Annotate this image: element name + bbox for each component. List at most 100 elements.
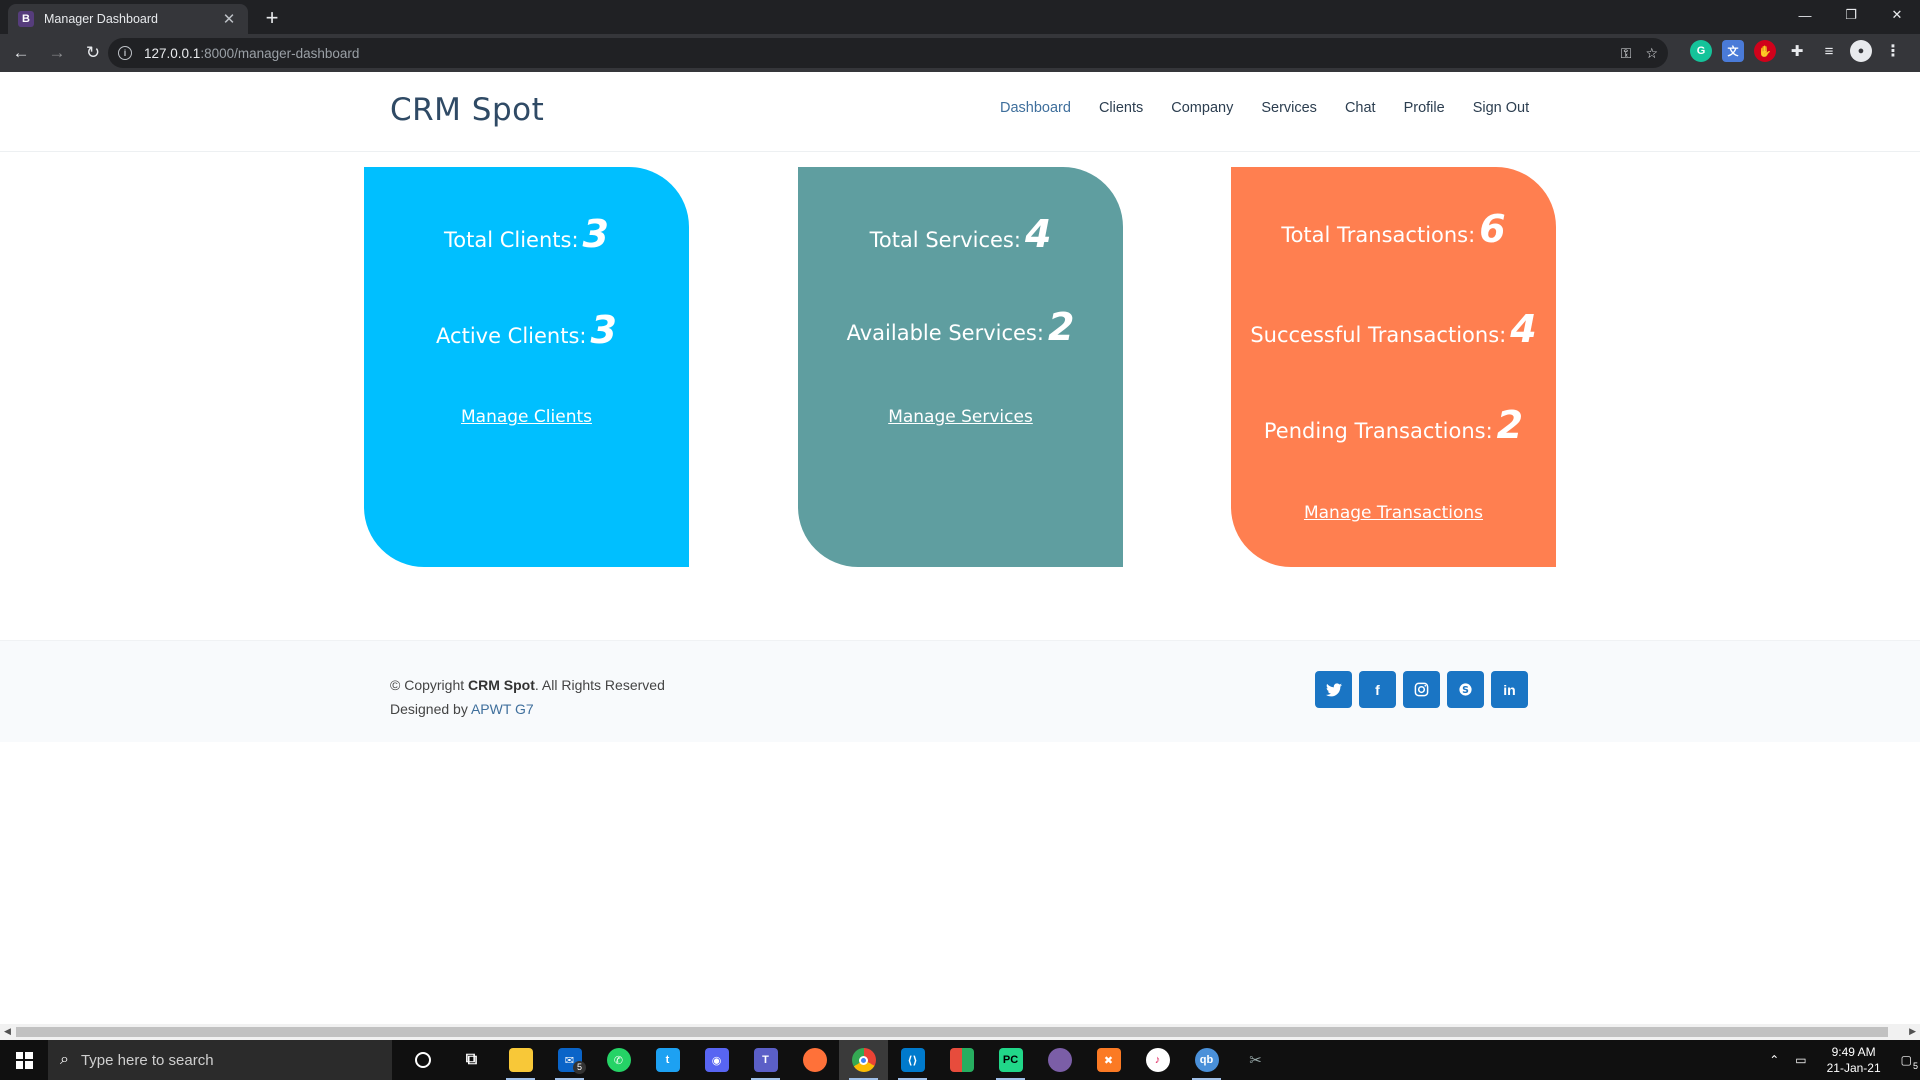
extensions-puzzle-icon[interactable]: ✚: [1786, 40, 1808, 62]
copyright-suffix: . All Rights Reserved: [534, 677, 665, 693]
restore-icon[interactable]: ❐: [1828, 0, 1874, 30]
designer-link[interactable]: APWT G7: [471, 701, 534, 717]
menu-kebab-icon[interactable]: ⋮: [1882, 40, 1904, 62]
manage-services-link[interactable]: Manage Services: [888, 407, 1033, 427]
office-icon[interactable]: [937, 1040, 986, 1080]
start-button[interactable]: [0, 1040, 48, 1080]
clients-card: Total Clients: 3 Active Clients: 3 Manage …: [364, 167, 689, 567]
nav-company[interactable]: Company: [1171, 100, 1233, 116]
tray-overflow-icon[interactable]: ⌃: [1761, 1053, 1787, 1067]
total-transactions-value: 6: [1479, 207, 1506, 251]
nav-services[interactable]: Services: [1261, 100, 1317, 116]
taskbar-search[interactable]: ⌕ Type here to search: [48, 1040, 392, 1080]
discord-icon[interactable]: ◉: [692, 1040, 741, 1080]
teams-icon[interactable]: T: [741, 1040, 790, 1080]
copyright-prefix: © Copyright: [390, 677, 469, 693]
main-nav: Dashboard Clients Company Services Chat …: [1000, 100, 1529, 116]
forward-icon[interactable]: →: [42, 38, 72, 68]
twitter-app-icon[interactable]: t: [643, 1040, 692, 1080]
reload-icon[interactable]: ↻: [78, 38, 108, 68]
reading-list-icon[interactable]: ≡: [1818, 40, 1840, 62]
info-icon[interactable]: i: [118, 46, 132, 60]
skype-icon[interactable]: S: [1447, 671, 1484, 708]
total-clients-value: 3: [582, 212, 609, 256]
svg-text:S: S: [1462, 685, 1469, 696]
total-services-value: 4: [1024, 212, 1052, 256]
linkedin-icon[interactable]: in: [1491, 671, 1528, 708]
nav-sign-out[interactable]: Sign Out: [1473, 100, 1529, 116]
browser-toolbar: ← → ↻ i 127.0.0.1 :8000/manager-dashboar…: [0, 34, 1920, 72]
pending-transactions-value: 2: [1496, 403, 1524, 447]
manage-services-link-wrap: Manage Services: [798, 407, 1123, 427]
windows-taskbar: ⌕ Type here to search ⧉ ✉ 5 ✆ t ◉ T ⟨⟩ PC…: [0, 1040, 1920, 1080]
snipping-tool-icon[interactable]: ✂: [1231, 1040, 1280, 1080]
bookmark-star-icon[interactable]: ☆: [1645, 45, 1658, 62]
available-services-stat: Available Services: 2: [798, 305, 1123, 349]
mail-icon[interactable]: ✉ 5: [545, 1040, 594, 1080]
site-footer: © Copyright CRM Spot. All Rights Reserve…: [0, 640, 1920, 742]
manage-transactions-link[interactable]: Manage Transactions: [1304, 503, 1483, 523]
nav-dashboard[interactable]: Dashboard: [1000, 100, 1071, 116]
total-transactions-stat: Total Transactions: 6: [1231, 207, 1556, 251]
facebook-icon[interactable]: f: [1359, 671, 1396, 708]
nav-chat[interactable]: Chat: [1345, 100, 1376, 116]
scroll-right-icon[interactable]: ▶: [1909, 1026, 1916, 1037]
translate-extension-icon[interactable]: 文: [1722, 40, 1744, 62]
notifications-icon[interactable]: ▢ 5: [1893, 1053, 1920, 1071]
services-card: Total Services: 4 Available Services: 2 Ma…: [798, 167, 1123, 567]
new-tab-button[interactable]: +: [258, 4, 286, 32]
nav-clients[interactable]: Clients: [1099, 100, 1143, 116]
chrome-icon[interactable]: [839, 1040, 888, 1080]
manage-transactions-link-wrap: Manage Transactions: [1231, 503, 1556, 523]
firefox-icon[interactable]: [790, 1040, 839, 1080]
scroll-left-icon[interactable]: ◀: [4, 1026, 11, 1037]
task-view-icon[interactable]: ⧉: [447, 1040, 496, 1080]
adblock-extension-icon[interactable]: ✋: [1754, 40, 1776, 62]
grammarly-extension-icon[interactable]: G: [1690, 40, 1712, 62]
address-bar[interactable]: i 127.0.0.1 :8000/manager-dashboard ⚿ ☆: [108, 38, 1668, 68]
browser-tab[interactable]: B Manager Dashboard ✕: [8, 4, 248, 34]
twitter-icon[interactable]: [1315, 671, 1352, 708]
available-services-label: Available Services:: [846, 321, 1044, 345]
successful-transactions-stat: Successful Transactions: 4: [1231, 307, 1556, 351]
extension-icons: G 文 ✋ ✚ ≡ ● ⋮: [1690, 40, 1904, 62]
url-path: :8000/manager-dashboard: [200, 45, 360, 61]
nav-profile[interactable]: Profile: [1404, 100, 1445, 116]
file-explorer-icon[interactable]: [496, 1040, 545, 1080]
pycharm-icon[interactable]: PC: [986, 1040, 1035, 1080]
vscode-icon[interactable]: ⟨⟩: [888, 1040, 937, 1080]
successful-transactions-value: 4: [1510, 307, 1537, 351]
clock-time: 9:49 AM: [1831, 1045, 1876, 1059]
pending-transactions-stat: Pending Transactions: 2: [1231, 403, 1556, 447]
url-host: 127.0.0.1: [144, 45, 201, 61]
back-icon[interactable]: ←: [6, 38, 36, 68]
key-icon[interactable]: ⚿: [1621, 45, 1632, 62]
whatsapp-icon[interactable]: ✆: [594, 1040, 643, 1080]
designed-by-label: Designed by: [390, 701, 471, 717]
horizontal-scrollbar[interactable]: ◀ ▶: [0, 1024, 1920, 1040]
successful-transactions-label: Successful Transactions:: [1250, 323, 1507, 347]
total-services-label: Total Services:: [869, 228, 1021, 252]
mail-badge: 5: [573, 1061, 586, 1074]
scrollbar-thumb[interactable]: [16, 1027, 1888, 1037]
pending-transactions-label: Pending Transactions:: [1263, 419, 1493, 443]
itunes-icon[interactable]: ♪: [1133, 1040, 1182, 1080]
system-tray: ⌃ ▭ 9:49 AM 21-Jan-21 ▢ 5: [1761, 1040, 1920, 1080]
instagram-icon[interactable]: [1403, 671, 1440, 708]
xampp-icon[interactable]: ✖: [1084, 1040, 1133, 1080]
purple-app-icon[interactable]: [1035, 1040, 1084, 1080]
search-icon: ⌕: [60, 1051, 69, 1068]
profile-avatar-icon[interactable]: ●: [1850, 40, 1872, 62]
taskbar-search-placeholder: Type here to search: [80, 1051, 214, 1069]
network-icon[interactable]: ▭: [1787, 1053, 1814, 1067]
footer-copyright: © Copyright CRM Spot. All Rights Reserve…: [390, 673, 665, 721]
minimize-icon[interactable]: —: [1782, 0, 1828, 30]
qbittorrent-icon[interactable]: qb: [1182, 1040, 1231, 1080]
taskbar-clock[interactable]: 9:49 AM 21-Jan-21: [1815, 1044, 1893, 1076]
manage-clients-link[interactable]: Manage Clients: [461, 407, 592, 427]
close-tab-icon[interactable]: ✕: [220, 10, 238, 28]
copyright-brand: CRM Spot: [468, 677, 535, 693]
site-logo[interactable]: CRM Spot: [390, 92, 544, 128]
close-window-icon[interactable]: ✕: [1874, 0, 1920, 30]
cortana-icon[interactable]: [398, 1040, 447, 1080]
